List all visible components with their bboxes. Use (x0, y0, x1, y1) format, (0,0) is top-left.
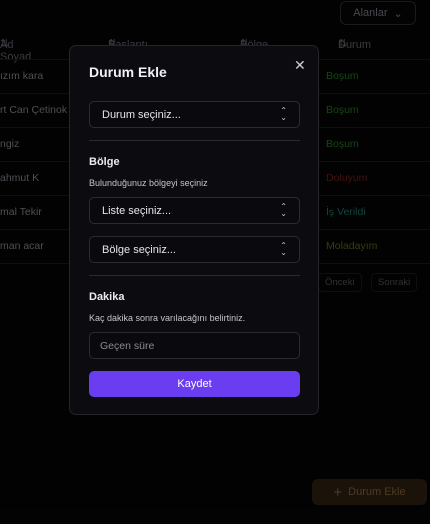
elapsed-time-input[interactable] (89, 332, 300, 359)
region-hint: Bulunduğunuz bölgeyi seçiniz (89, 178, 208, 188)
list-select-value: Liste seçiniz... (102, 204, 172, 217)
section-divider (89, 140, 300, 141)
chevron-up-down-icon: ⌃ ⌄ (280, 241, 287, 257)
region-select[interactable]: Bölge seçiniz... ⌃ ⌄ (89, 236, 300, 263)
close-icon[interactable]: ✕ (294, 57, 306, 74)
chevron-up-down-icon: ⌃ ⌄ (280, 202, 287, 218)
minute-section-title: Dakika (89, 291, 125, 303)
add-status-dialog: Durum Ekle ✕ Durum seçiniz... ⌃ ⌄ Bölge B… (69, 45, 319, 415)
region-section-title: Bölge (89, 156, 120, 168)
list-select[interactable]: Liste seçiniz... ⌃ ⌄ (89, 197, 300, 224)
status-select-value: Durum seçiniz... (102, 108, 181, 121)
dialog-title: Durum Ekle (89, 64, 167, 80)
chevron-up-down-icon: ⌃ ⌄ (280, 106, 287, 122)
section-divider (89, 275, 300, 276)
status-select[interactable]: Durum seçiniz... ⌃ ⌄ (89, 101, 300, 128)
minute-hint: Kaç dakika sonra varılacağını belirtiniz… (89, 313, 246, 323)
region-select-value: Bölge seçiniz... (102, 243, 176, 256)
save-button[interactable]: Kaydet (89, 371, 300, 397)
